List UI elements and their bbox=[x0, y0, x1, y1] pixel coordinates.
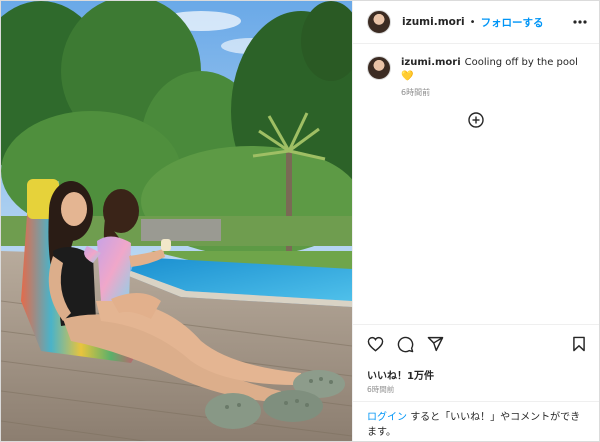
more-options-icon[interactable] bbox=[571, 13, 589, 31]
plus-circle-icon[interactable] bbox=[468, 112, 484, 128]
instagram-post-embed: izumi.mori • フォローする izumi.mori Cooling of… bbox=[0, 0, 600, 442]
follow-button[interactable]: フォローする bbox=[481, 15, 544, 30]
action-bar bbox=[353, 324, 599, 363]
bookmark-icon[interactable] bbox=[569, 334, 589, 354]
post-photo[interactable] bbox=[1, 1, 352, 441]
caption-text: Cooling off by the pool bbox=[464, 57, 578, 68]
pool-photo-illustration bbox=[1, 1, 352, 441]
avatar[interactable] bbox=[367, 10, 391, 34]
post-side-panel: izumi.mori • フォローする izumi.mori Cooling of… bbox=[352, 1, 599, 441]
yellow-heart-emoji: 💛 bbox=[401, 71, 414, 82]
caption-timestamp: 6時間前 bbox=[401, 88, 431, 97]
username-link[interactable]: izumi.mori bbox=[402, 16, 465, 28]
caption-username[interactable]: izumi.mori bbox=[401, 57, 461, 68]
likes-count[interactable]: いいね！1万件 bbox=[353, 363, 599, 382]
login-link[interactable]: ログイン bbox=[367, 412, 407, 423]
separator-dot: • bbox=[469, 16, 476, 28]
caption-avatar[interactable] bbox=[367, 56, 391, 80]
share-icon[interactable] bbox=[425, 334, 445, 354]
comment-icon[interactable] bbox=[395, 334, 415, 354]
post-header: izumi.mori • フォローする bbox=[353, 1, 599, 44]
caption: izumi.mori Cooling off by the pool 💛 6時間前 bbox=[353, 44, 599, 100]
post-timestamp[interactable]: 6時間前 bbox=[353, 382, 599, 401]
login-prompt: ログイン すると「いいね！」やコメントができます。 bbox=[353, 401, 599, 441]
comments-spacer bbox=[353, 128, 599, 324]
caption-body: izumi.mori Cooling off by the pool 💛 6時間前 bbox=[401, 56, 585, 100]
heart-icon[interactable] bbox=[365, 334, 385, 354]
add-comment-row bbox=[353, 112, 599, 128]
